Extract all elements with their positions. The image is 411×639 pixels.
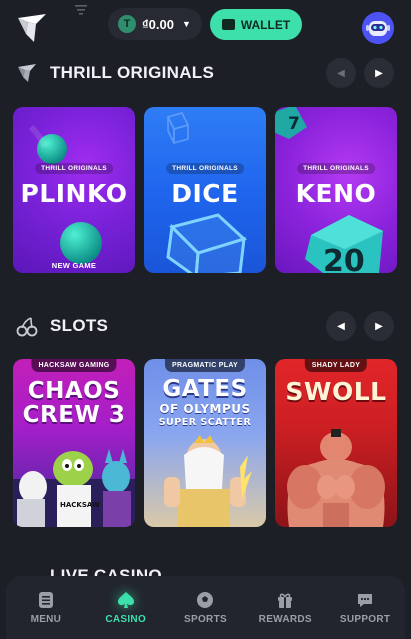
nav-item-support[interactable]: SUPPORT (325, 576, 405, 639)
card-title-line1: CHAOS (27, 378, 121, 404)
game-card-chaos-crew-3[interactable]: HACKSAW HACKSAW GAMING CHAOS CREW 3 (13, 359, 135, 527)
top-header: T ₫0.00 ▼ WALLET (0, 0, 411, 54)
wallet-label: WALLET (240, 17, 291, 32)
card-tag: THRILL ORIGINALS (297, 163, 375, 174)
nav-label: REWARDS (258, 613, 312, 625)
nav-item-menu[interactable]: MENU (6, 576, 86, 639)
originals-prev-button[interactable]: ◀ (326, 58, 356, 88)
wallet-button[interactable]: WALLET (210, 9, 302, 40)
menu-icon (38, 591, 53, 608)
originals-next-button[interactable]: ▶ (364, 58, 394, 88)
balance-value: ₫0.00 (142, 16, 174, 32)
game-card-plinko[interactable]: THRILL ORIGINALS PLINKO NEW GAME (13, 107, 135, 273)
card-title-line1: GATES (162, 376, 248, 402)
casino-page: T ₫0.00 ▼ WALLET THRILL ORIGINALS ◀ ▶ TH… (0, 0, 411, 639)
casino-icon (117, 591, 134, 608)
provider-label: PRAGMATIC PLAY (164, 359, 246, 372)
chevron-down-icon: ▼ (181, 19, 191, 29)
originals-header: THRILL ORIGINALS ◀ ▶ (0, 55, 411, 91)
section-title-slots: SLOTS (50, 316, 109, 335)
thrill-logo-icon[interactable] (14, 10, 50, 46)
card-title-line2: CREW 3 (22, 402, 126, 428)
provider-label: HACKSAW GAMING (31, 359, 117, 372)
rewards-icon (278, 593, 293, 608)
nav-item-sports[interactable]: SPORTS (166, 576, 246, 639)
slots-next-button[interactable]: ▶ (364, 311, 394, 341)
nav-label: SUPPORT (339, 613, 391, 625)
card-title-line1: SWOLL (285, 377, 387, 406)
wallet-icon (221, 19, 235, 30)
game-card-swoll[interactable]: SHADY LADY SWOLL (275, 359, 397, 527)
nav-label: MENU (30, 613, 62, 625)
dice-number-b: 20 (323, 244, 365, 273)
provider-label: SHADY LADY (304, 359, 368, 372)
bottom-nav: MENU CASINO SPORTS REWARDS SUPPORT (6, 576, 405, 639)
chevron-left-icon: ◀ (337, 67, 345, 79)
nav-label: CASINO (105, 613, 147, 625)
slots-prev-button[interactable]: ◀ (326, 311, 356, 341)
card-title: PLINKO (20, 179, 128, 208)
card-tag: THRILL ORIGINALS (35, 163, 113, 174)
currency-icon: T (118, 15, 136, 33)
chevron-right-icon: ▶ (375, 320, 383, 332)
game-card-keno[interactable]: 7 20 THRILL ORIGINALS KENO (275, 107, 397, 273)
cherries-icon (16, 317, 38, 337)
thrill-logo-icon (18, 64, 36, 82)
chevron-left-icon: ◀ (337, 320, 345, 332)
section-title-originals: THRILL ORIGINALS (50, 63, 215, 82)
filter-icon[interactable] (74, 3, 88, 17)
card-title-line3: SUPER SCATTER (158, 417, 252, 428)
avatar[interactable] (362, 12, 394, 44)
card-tag: THRILL ORIGINALS (166, 163, 244, 174)
slots-header: SLOTS ◀ ▶ (0, 308, 411, 344)
sports-icon (197, 591, 214, 608)
card-title-line2: OF OLYMPUS (159, 402, 251, 416)
chevron-right-icon: ▶ (375, 67, 383, 79)
dice-number-a: 7 (288, 114, 300, 134)
game-card-dice[interactable]: THRILL ORIGINALS DICE (144, 107, 266, 273)
game-card-gates-of-olympus[interactable]: PRAGMATIC PLAY GATES OF OLYMPUS SUPER SC… (144, 359, 266, 527)
new-game-badge: NEW GAME (51, 261, 97, 270)
card-title: KENO (295, 179, 377, 208)
support-icon (358, 593, 373, 607)
nav-label: SPORTS (184, 613, 227, 625)
balance-selector[interactable]: T ₫0.00 ▼ (108, 8, 202, 40)
shirt-text: HACKSAW (60, 501, 100, 509)
nav-item-casino[interactable]: CASINO (86, 576, 166, 639)
nav-item-rewards[interactable]: REWARDS (245, 576, 325, 639)
card-title: DICE (171, 179, 239, 208)
